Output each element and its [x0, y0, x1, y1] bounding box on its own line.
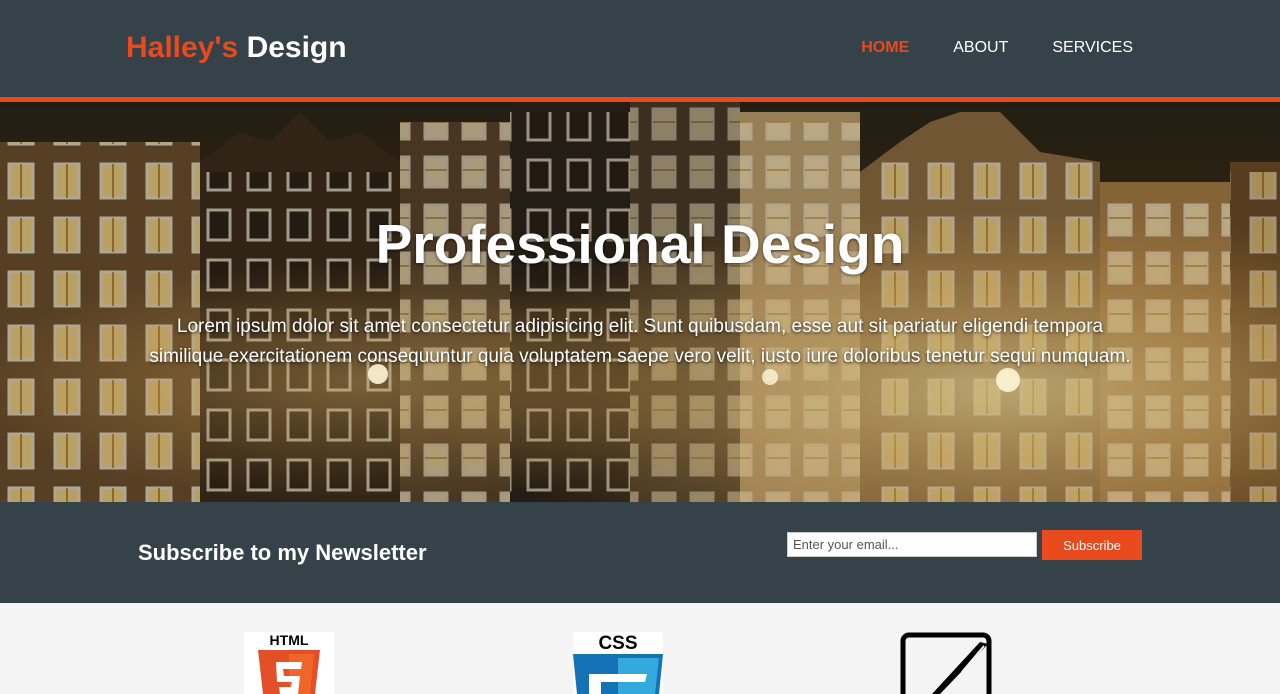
- brand-rest: Design: [246, 31, 347, 64]
- site-logo[interactable]: Halley's Design: [126, 31, 347, 65]
- brand-highlight: Halley's: [126, 31, 239, 64]
- main-nav: Home About Services: [861, 39, 1133, 57]
- showcase-hero: Professional Design Lorem ipsum dolor si…: [0, 102, 1280, 502]
- nav-link-services[interactable]: Services: [1052, 39, 1133, 56]
- newsletter-form: Subscribe: [787, 530, 1142, 560]
- html5-label: HTML: [270, 632, 309, 648]
- css3-label: CSS: [598, 633, 637, 654]
- skills-boxes: HTML CSS: [0, 603, 1280, 694]
- css3-icon: CSS: [573, 632, 663, 694]
- nav-link-about[interactable]: About: [953, 39, 1008, 56]
- subscribe-button[interactable]: Subscribe: [1042, 530, 1142, 560]
- showcase-text: Lorem ipsum dolor sit amet consectetur a…: [149, 316, 1131, 367]
- design-pen-icon: [900, 632, 992, 694]
- newsletter-section: Subscribe to my Newsletter Subscribe: [0, 502, 1280, 603]
- showcase-title: Professional Design: [375, 213, 905, 275]
- email-field[interactable]: [787, 532, 1037, 557]
- nav-link-home[interactable]: Home: [861, 39, 909, 56]
- html5-icon: HTML: [244, 632, 334, 694]
- site-header: Halley's Design Home About Services: [0, 0, 1280, 102]
- newsletter-heading: Subscribe to my Newsletter: [138, 540, 427, 565]
